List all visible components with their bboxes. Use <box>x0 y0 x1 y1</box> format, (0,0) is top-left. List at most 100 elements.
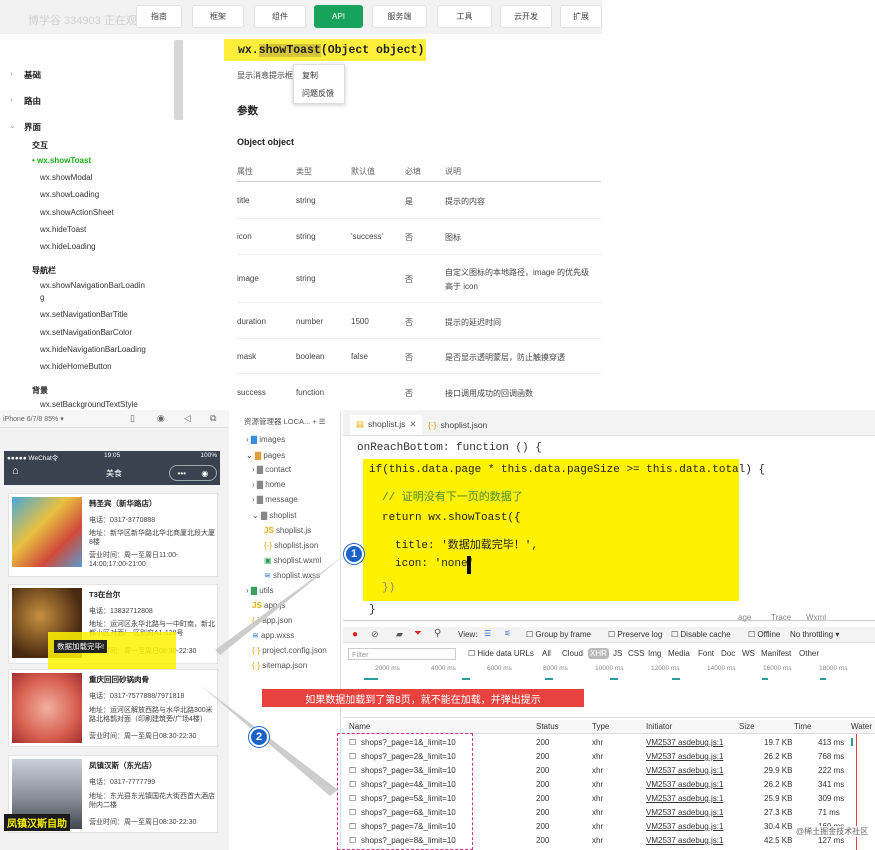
tree-item[interactable]: ⌄ ▇ shoplist <box>252 511 296 520</box>
nav-tab-tools[interactable]: 工具 <box>437 5 492 28</box>
nav-tab-components[interactable]: 组件 <box>254 5 306 28</box>
capsule-menu[interactable]: ••• ◉ <box>169 465 217 481</box>
tree-item[interactable]: JS app.js <box>252 601 285 610</box>
request-initiator[interactable]: VM2537 asdebug.js:1 <box>646 822 723 831</box>
sidebar-item-showmodal[interactable]: wx.showModal <box>40 173 92 182</box>
filter-xhr[interactable]: XHR <box>588 648 609 659</box>
home-icon[interactable]: ⌂ <box>12 465 19 477</box>
nav-tab-framework[interactable]: 框架 <box>192 5 244 28</box>
chevron-right-icon[interactable]: › <box>10 69 13 78</box>
sidebar-scrollbar[interactable] <box>174 40 183 120</box>
context-feedback[interactable]: 问题反馈 <box>302 88 334 99</box>
tree-item[interactable]: {·} sitemap.json <box>252 661 307 670</box>
col-header-name[interactable]: Name <box>349 722 370 731</box>
nav-tab-api[interactable]: API <box>314 5 363 28</box>
context-copy[interactable]: 复制 <box>302 70 318 81</box>
col-header-time[interactable]: Time <box>794 722 811 731</box>
device-select[interactable]: iPhone 6/7/8 85% ▾ <box>3 415 64 423</box>
throttling-select[interactable]: No throttling ▾ <box>790 630 839 639</box>
tree-item[interactable]: JS shoplist.js <box>264 526 311 535</box>
col-header-initiator[interactable]: Initiator <box>646 722 672 731</box>
sidebar-item-hidetoast[interactable]: wx.hideToast <box>40 225 86 234</box>
filter-media[interactable]: Media <box>668 649 690 658</box>
nav-tab-server[interactable]: 服务端 <box>372 5 427 28</box>
list-item[interactable]: 重庆回回砂锅肉骨 电话：0317-7577888/7971818 地址：运河区解… <box>8 669 218 747</box>
filter-input[interactable]: Filter <box>348 648 456 660</box>
request-initiator[interactable]: VM2537 asdebug.js:1 <box>646 738 723 747</box>
col-header-type[interactable]: Type <box>592 722 609 731</box>
devtools-tab[interactable]: Trace <box>771 613 791 622</box>
clear-icon[interactable]: ⊘ <box>371 629 379 640</box>
tree-item[interactable]: ≋ app.wxss <box>252 631 294 640</box>
back-icon[interactable]: ◁ <box>184 413 191 424</box>
tree-item[interactable]: › ▇ utils <box>246 586 274 595</box>
camera-icon[interactable]: ▰ <box>396 629 403 640</box>
sidebar-item-hidenavloading[interactable]: wx.hideNavigationBarLoading <box>40 345 146 354</box>
filter-all[interactable]: All <box>542 649 551 658</box>
sidebar-item-showloading[interactable]: wx.showLoading <box>40 190 99 199</box>
sidebar-item-setnavcolor[interactable]: wx.setNavigationBarColor <box>40 328 132 337</box>
filter-doc[interactable]: Doc <box>721 649 735 658</box>
sidebar-item-shownavloading[interactable]: wx.showNavigationBarLoadin <box>40 281 145 290</box>
filter-font[interactable]: Font <box>698 649 714 658</box>
tree-item[interactable]: {·} project.config.json <box>252 646 327 655</box>
request-initiator[interactable]: VM2537 asdebug.js:1 <box>646 794 723 803</box>
tree-item[interactable]: › ▇ images <box>246 435 285 444</box>
sidebar-section-ui[interactable]: 界面 <box>24 121 41 133</box>
list-item[interactable]: 韩圣宾（新华路店） 电话：0317-3770888 地址：新华区新华路北华北商厦… <box>8 493 218 577</box>
tree-item[interactable]: › ▇ home <box>252 480 285 489</box>
filter-ws[interactable]: WS <box>742 649 755 658</box>
sidebar-item-hideloading[interactable]: wx.hideLoading <box>40 242 96 251</box>
offline-checkbox[interactable]: ☐ Offline <box>748 630 780 639</box>
filter-img[interactable]: Img <box>648 649 661 658</box>
filter-css[interactable]: CSS <box>628 649 644 658</box>
filter-js[interactable]: JS <box>613 649 622 658</box>
window-icon[interactable]: ⧉ <box>210 413 216 424</box>
request-initiator[interactable]: VM2537 asdebug.js:1 <box>646 766 723 775</box>
search-icon[interactable]: ⚲ <box>434 628 441 639</box>
close-circle-icon[interactable]: ◉ <box>201 469 208 478</box>
request-initiator[interactable]: VM2537 asdebug.js:1 <box>646 752 723 761</box>
tree-item[interactable]: › ▇ message <box>252 495 298 504</box>
tree-item[interactable]: ▣ shoplist.wxml <box>264 556 321 565</box>
sidebar-section-basic[interactable]: 基础 <box>24 69 41 81</box>
waterfall-icon[interactable]: ⚟ <box>504 629 511 638</box>
sidebar-item-setnavtitle[interactable]: wx.setNavigationBarTitle <box>40 310 128 319</box>
sidebar-item-setbgtextstyle[interactable]: wx.setBackgroundTextStyle <box>40 400 138 409</box>
sidebar-section-route[interactable]: 路由 <box>24 95 41 107</box>
filter-other[interactable]: Other <box>799 649 819 658</box>
sidebar-item-showactionsheet[interactable]: wx.showActionSheet <box>40 208 114 217</box>
editor-tab-shoplist-json[interactable]: {·} shoplist.json <box>428 415 487 435</box>
col-header-waterfall[interactable]: Water <box>851 722 872 731</box>
hide-data-urls-checkbox[interactable]: ☐ Hide data URLs <box>468 649 534 658</box>
request-initiator[interactable]: VM2537 asdebug.js:1 <box>646 808 723 817</box>
tree-item[interactable]: {·} app.json <box>252 616 293 625</box>
more-icon[interactable]: ••• <box>178 469 186 478</box>
tree-item[interactable]: › ▇ contact <box>252 465 291 474</box>
chevron-right-icon[interactable]: › <box>10 95 13 104</box>
group-by-frame-checkbox[interactable]: ☐ Group by frame <box>526 630 591 639</box>
disable-cache-checkbox[interactable]: ☐ Disable cache <box>671 630 731 639</box>
nav-tab-cloud[interactable]: 云开发 <box>500 5 552 28</box>
nav-tab-extend[interactable]: 扩展 <box>560 5 602 28</box>
phone-icon[interactable]: ▯ <box>130 413 135 424</box>
tree-item[interactable]: {·} shoplist.json <box>264 541 318 550</box>
col-header-status[interactable]: Status <box>536 722 559 731</box>
request-initiator[interactable]: VM2537 asdebug.js:1 <box>646 836 723 845</box>
request-initiator[interactable]: VM2537 asdebug.js:1 <box>646 780 723 789</box>
devtools-tab[interactable]: Wxml <box>806 613 826 622</box>
record-icon[interactable]: ● <box>352 629 358 640</box>
chevron-down-icon[interactable]: ⌄ <box>9 121 16 130</box>
close-icon[interactable]: ✕ <box>409 419 416 430</box>
tree-item[interactable]: ⌄ ▇ pages <box>246 451 285 460</box>
devtools-tab[interactable]: age <box>738 613 751 622</box>
nav-tab-guide[interactable]: 指南 <box>136 5 182 28</box>
filter-manifest[interactable]: Manifest <box>761 649 791 658</box>
list-view-icon[interactable]: ☰ <box>484 629 491 638</box>
tree-item[interactable]: ≋ shoplist.wxss <box>264 571 320 580</box>
sidebar-item-hidehomebutton[interactable]: wx.hideHomeButton <box>40 362 112 371</box>
sidebar-item-showtoast[interactable]: • wx.showToast <box>32 156 91 165</box>
filter-cloud[interactable]: Cloud <box>562 649 583 658</box>
col-header-size[interactable]: Size <box>739 722 755 731</box>
record-icon[interactable]: ◉ <box>157 413 165 424</box>
